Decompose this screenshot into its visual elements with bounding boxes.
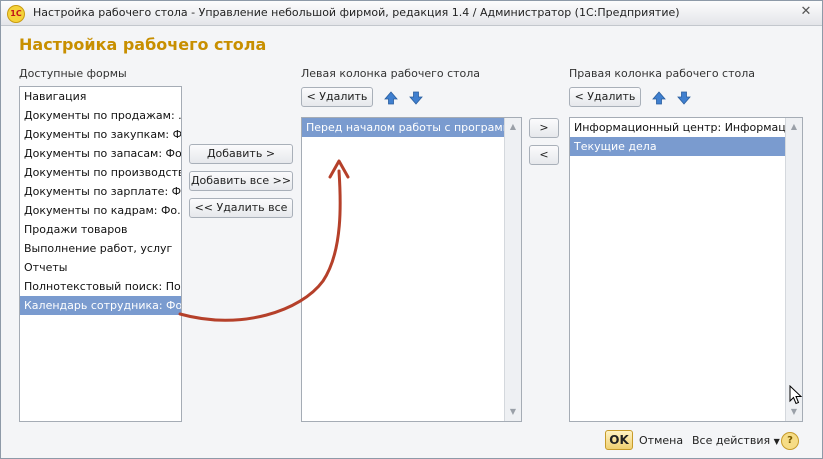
window-titlebar: 1С Настройка рабочего стола - Управление… bbox=[1, 1, 822, 26]
list-item[interactable]: Документы по кадрам: Фо... bbox=[20, 201, 181, 220]
move-up-icon[interactable] bbox=[652, 91, 666, 105]
list-item[interactable]: Полнотекстовый поиск: По... bbox=[20, 277, 181, 296]
close-icon[interactable]: ✕ bbox=[798, 4, 814, 20]
form-title: Настройка рабочего стола bbox=[19, 35, 267, 54]
left-remove-button[interactable]: < Удалить bbox=[301, 87, 373, 107]
list-item[interactable]: Документы по закупкам: Ф... bbox=[20, 125, 181, 144]
list-item[interactable]: Информационный центр: Информацио... bbox=[570, 118, 802, 137]
remove-all-button[interactable]: << Удалить все bbox=[189, 198, 293, 218]
list-item[interactable]: Выполнение работ, услуг bbox=[20, 239, 181, 258]
scroll-up-icon[interactable]: ▲ bbox=[786, 120, 802, 134]
all-actions-menu[interactable]: Все действия ▼ bbox=[692, 434, 780, 447]
add-button[interactable]: Добавить > bbox=[189, 144, 293, 164]
available-forms-label: Доступные формы bbox=[19, 67, 127, 80]
list-item[interactable]: Календарь сотрудника: Фо... bbox=[20, 296, 181, 315]
move-down-icon[interactable] bbox=[409, 91, 423, 105]
list-item[interactable]: Документы по запасам: Фо... bbox=[20, 144, 181, 163]
move-left-button[interactable]: < bbox=[529, 145, 559, 165]
list-item[interactable]: Документы по зарплате: Ф... bbox=[20, 182, 181, 201]
list-item[interactable]: Документы по производств... bbox=[20, 163, 181, 182]
right-remove-button[interactable]: < Удалить bbox=[569, 87, 641, 107]
right-column-list[interactable]: Информационный центр: Информацио... Текущ… bbox=[569, 117, 803, 422]
list-item[interactable]: Продажи товаров bbox=[20, 220, 181, 239]
left-column-label: Левая колонка рабочего стола bbox=[301, 67, 481, 80]
window-title: Настройка рабочего стола - Управление не… bbox=[33, 6, 680, 19]
scroll-down-icon[interactable]: ▼ bbox=[505, 405, 521, 419]
mouse-cursor-icon bbox=[789, 385, 803, 405]
right-column-label: Правая колонка рабочего стола bbox=[569, 67, 756, 80]
move-up-icon[interactable] bbox=[384, 91, 398, 105]
list-item[interactable]: Навигация bbox=[20, 87, 181, 106]
scroll-down-icon[interactable]: ▼ bbox=[786, 405, 802, 419]
move-right-button[interactable]: > bbox=[529, 118, 559, 138]
list-item[interactable]: Отчеты bbox=[20, 258, 181, 277]
scrollbar[interactable]: ▲ ▼ bbox=[785, 118, 802, 421]
scroll-up-icon[interactable]: ▲ bbox=[505, 120, 521, 134]
add-all-button[interactable]: Добавить все >> bbox=[189, 171, 293, 191]
chevron-down-icon: ▼ bbox=[773, 437, 780, 446]
cancel-button[interactable]: Отмена bbox=[639, 434, 683, 447]
settings-window: 1С Настройка рабочего стола - Управление… bbox=[0, 0, 823, 459]
all-actions-label: Все действия bbox=[692, 434, 771, 447]
list-item[interactable]: Документы по продажам: ... bbox=[20, 106, 181, 125]
ok-button[interactable]: OK bbox=[605, 430, 633, 450]
list-item[interactable]: Перед началом работы с программой bbox=[302, 118, 521, 137]
list-item[interactable]: Текущие дела bbox=[570, 137, 802, 156]
scrollbar[interactable]: ▲ ▼ bbox=[504, 118, 521, 421]
move-down-icon[interactable] bbox=[677, 91, 691, 105]
left-column-list[interactable]: Перед началом работы с программой ▲ ▼ bbox=[301, 117, 522, 422]
app-1c-icon: 1С bbox=[7, 5, 25, 23]
help-icon[interactable]: ? bbox=[781, 432, 799, 450]
available-forms-list[interactable]: Навигация Документы по продажам: ... Докум… bbox=[19, 86, 182, 422]
